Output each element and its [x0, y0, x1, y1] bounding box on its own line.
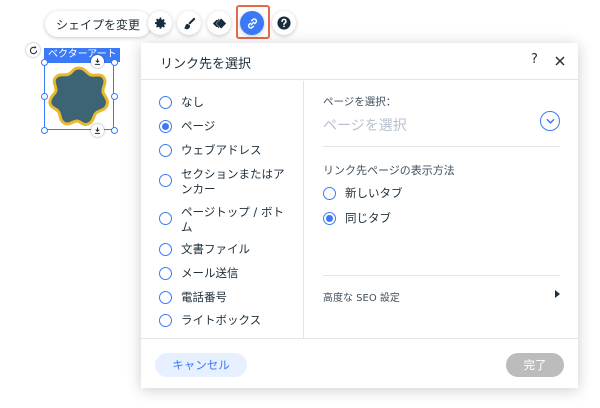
cancel-button[interactable]: キャンセル	[155, 353, 247, 377]
advanced-seo-settings[interactable]: 高度な SEO 設定	[323, 289, 560, 304]
open-mode-new-tab[interactable]: 新しいタブ	[323, 186, 403, 201]
resize-handle-left[interactable]	[41, 93, 48, 100]
rotate-icon	[29, 45, 37, 54]
link-type-label: ページトップ / ボトム	[181, 205, 284, 234]
brush-icon	[183, 17, 195, 29]
dialog-title: リンク先を選択	[160, 57, 252, 72]
radio-button[interactable]	[159, 144, 172, 157]
stretch-handle-bottom[interactable]	[91, 124, 104, 137]
animation-icon	[212, 18, 226, 28]
page-link-settings: ページを選択： ページを選択 リンク先ページの表示方法 新しいタブ 同じタブ 高…	[305, 81, 578, 338]
link-type-label: なし	[181, 95, 204, 109]
link-type-email[interactable]: メール送信	[159, 266, 239, 281]
link-type-label: 文書ファイル	[181, 242, 250, 256]
open-mode-same-tab[interactable]: 同じタブ	[323, 211, 391, 226]
change-shape-button[interactable]: シェイプを変更	[45, 11, 152, 37]
settings-button[interactable]	[148, 11, 172, 35]
link-type-label: セクションまたはアンカー	[181, 167, 285, 196]
radio-button[interactable]	[159, 243, 172, 256]
gear-icon	[154, 16, 166, 29]
divider	[323, 146, 560, 147]
selection-box	[44, 62, 114, 130]
page-select-label: ページを選択：	[323, 96, 397, 108]
radio-button[interactable]	[159, 267, 172, 280]
link-type-label: ページ	[181, 119, 216, 133]
link-type-web-address[interactable]: ウェブアドレス	[159, 143, 262, 158]
link-type-label: メール送信	[181, 266, 239, 280]
element-toolbar: シェイプを変更	[45, 5, 296, 39]
link-button-highlight	[236, 5, 270, 39]
arrow-right-icon	[555, 290, 560, 298]
radio-button[interactable]	[159, 174, 172, 187]
element-label: ベクターアート	[44, 48, 120, 62]
download-arrow-icon	[94, 127, 101, 134]
link-type-anchor[interactable]: セクションまたはアンカー	[159, 167, 289, 197]
link-type-document[interactable]: 文書ファイル	[159, 242, 250, 257]
divider	[323, 275, 560, 276]
link-type-none[interactable]: なし	[159, 95, 204, 110]
radio-button[interactable]	[323, 212, 336, 225]
dialog-close-button[interactable]	[554, 52, 566, 71]
done-button[interactable]: 完了	[506, 353, 564, 377]
resize-handle-bottom-left[interactable]	[41, 127, 48, 134]
radio-button[interactable]	[159, 120, 172, 133]
link-type-label: ウェブアドレス	[181, 143, 262, 157]
resize-handle-right[interactable]	[111, 93, 118, 100]
link-type-page[interactable]: ページ	[159, 119, 215, 134]
resize-handle-top-left[interactable]	[41, 59, 48, 66]
open-mode-label: リンク先ページの表示方法	[323, 164, 455, 177]
radio-button[interactable]	[159, 96, 172, 109]
radio-button[interactable]	[159, 291, 172, 304]
seo-settings-label: 高度な SEO 設定	[323, 293, 400, 304]
radio-button[interactable]	[159, 314, 172, 327]
link-dialog: リンク先を選択 ? なし ページ ウェブアドレス セクションまたはアンカー ペー…	[141, 43, 578, 388]
page-select-toggle[interactable]	[540, 111, 560, 131]
animation-button[interactable]	[207, 11, 231, 35]
radio-button[interactable]	[323, 187, 336, 200]
link-type-label: 電話番号	[181, 290, 227, 304]
page-select-dropdown[interactable]: ページを選択	[323, 115, 407, 135]
link-type-phone[interactable]: 電話番号	[159, 290, 227, 305]
chevron-down-icon	[545, 118, 555, 124]
rotate-handle[interactable]	[26, 43, 40, 57]
radio-button[interactable]	[159, 212, 172, 225]
dialog-help-button[interactable]: ?	[531, 52, 538, 67]
link-type-top-bottom[interactable]: ページトップ / ボトム	[159, 205, 289, 235]
download-arrow-icon	[94, 58, 101, 65]
resize-handle-bottom-right[interactable]	[111, 127, 118, 134]
close-icon	[555, 56, 565, 66]
link-type-label: ライトボックス	[181, 313, 262, 327]
dialog-header: リンク先を選択 ?	[141, 43, 578, 80]
open-mode-option-label: 同じタブ	[345, 211, 391, 225]
design-button[interactable]	[177, 11, 201, 35]
help-button[interactable]	[272, 11, 296, 35]
help-icon	[277, 16, 291, 30]
dialog-footer: キャンセル 完了	[141, 338, 578, 388]
stretch-handle-top[interactable]	[91, 55, 104, 68]
resize-handle-top-right[interactable]	[111, 59, 118, 66]
link-type-list: なし ページ ウェブアドレス セクションまたはアンカー ページトップ / ボトム…	[141, 81, 304, 338]
open-mode-option-label: 新しいタブ	[345, 186, 403, 200]
link-type-lightbox[interactable]: ライトボックス	[159, 313, 261, 328]
